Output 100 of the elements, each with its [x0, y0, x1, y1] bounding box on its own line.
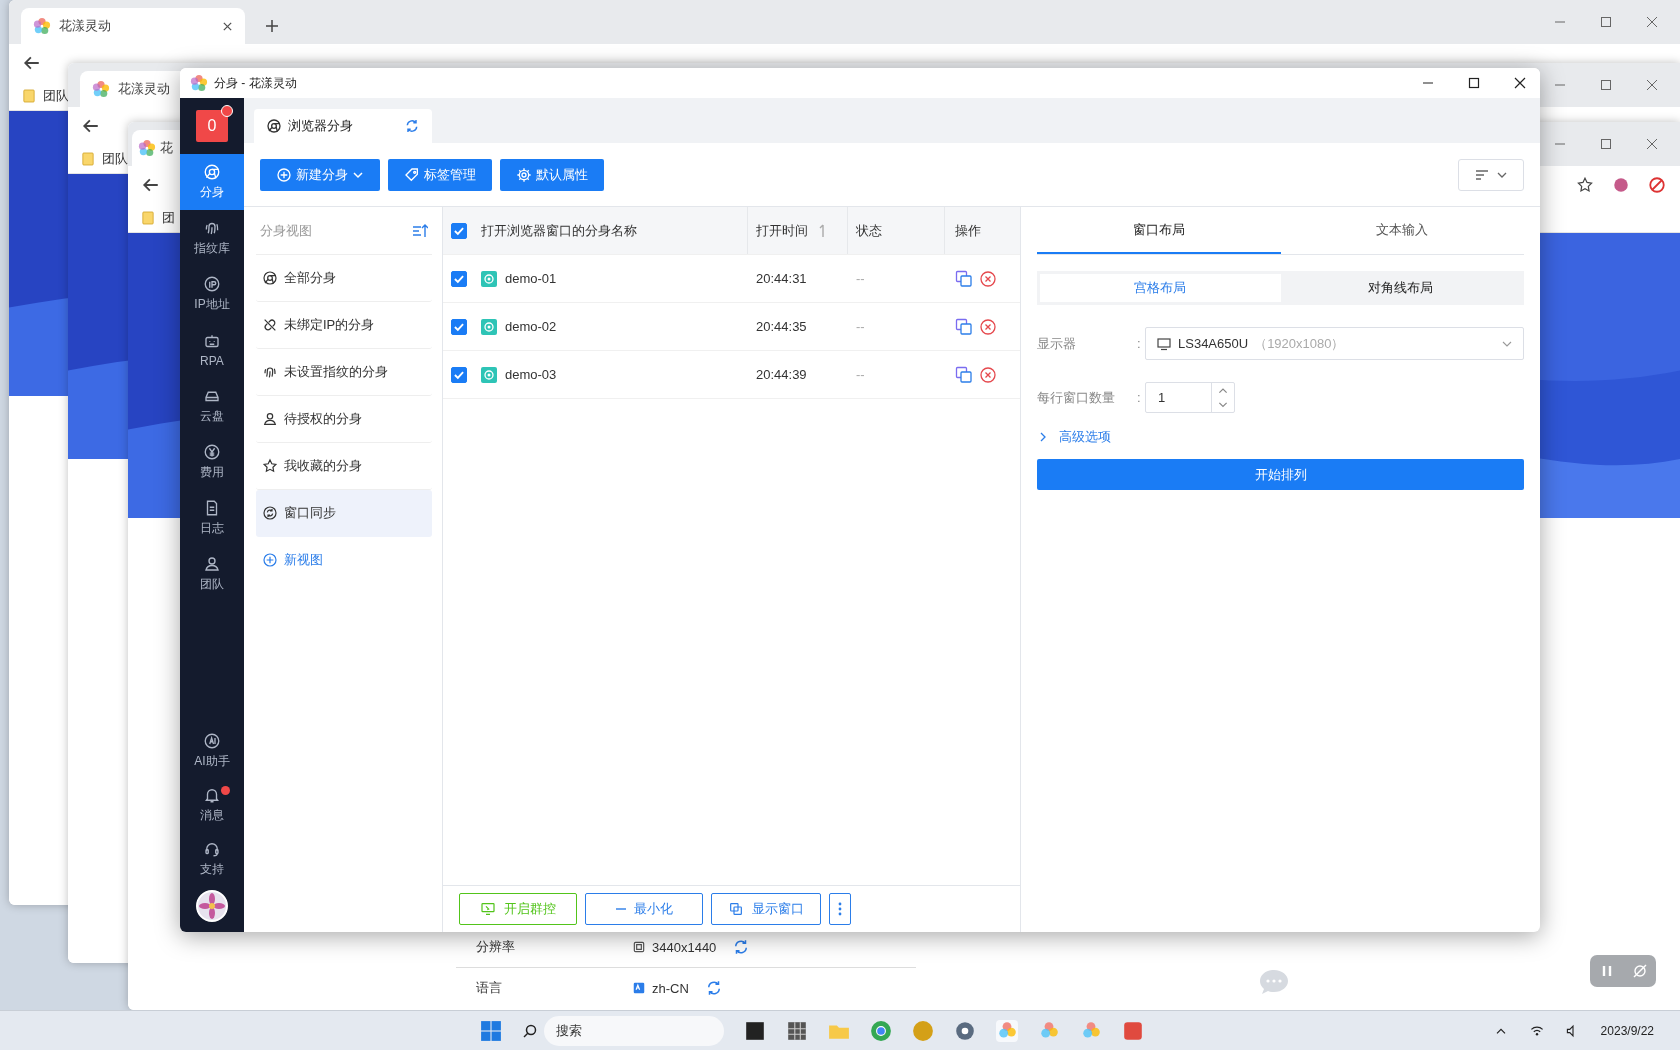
monitor-icon: [1156, 335, 1172, 352]
folder-icon: [23, 89, 35, 103]
view-item[interactable]: 全部分身: [256, 255, 432, 302]
sort-arrow-icon[interactable]: [818, 222, 826, 239]
column-header: 状态: [856, 221, 882, 240]
tab-title[interactable]: 花: [160, 139, 173, 157]
browser-icon: [203, 163, 221, 181]
colon: :: [1137, 390, 1142, 405]
translate-icon: [632, 981, 646, 995]
table-cell: --: [856, 367, 865, 382]
browser-app-icon: [481, 270, 497, 287]
browser-app-icon[interactable]: [870, 1019, 892, 1042]
new-tab-icon[interactable]: [265, 19, 279, 33]
checkbox[interactable]: [451, 318, 467, 335]
back-arrow-icon[interactable]: [142, 176, 160, 194]
number-input[interactable]: 1: [1145, 382, 1235, 413]
sidebar-item[interactable]: 消息: [180, 778, 244, 832]
sort-icon[interactable]: [412, 222, 428, 239]
layout-option[interactable]: 宫格布局: [1040, 274, 1281, 302]
close-icon[interactable]: [1514, 77, 1526, 89]
close-circle-icon[interactable]: [979, 317, 997, 336]
ai-icon: [203, 732, 221, 750]
app-icon[interactable]: [744, 1019, 766, 1042]
grid-app-icon[interactable]: [786, 1019, 808, 1042]
camera-off-icon[interactable]: [1631, 963, 1648, 979]
sidebar-item[interactable]: 团队: [180, 546, 244, 602]
view-item[interactable]: 未设置指纹的分身: [256, 349, 432, 396]
action-button[interactable]: 显示窗口: [711, 893, 821, 925]
start-button[interactable]: 开始排列: [1037, 459, 1524, 490]
panel-tab[interactable]: 文本输入: [1280, 207, 1524, 254]
maximize-icon[interactable]: [1468, 77, 1480, 89]
bookmark[interactable]: 团队: [102, 150, 128, 168]
view-item[interactable]: 窗口同步: [256, 490, 432, 537]
browser-app-icon: [481, 366, 497, 383]
count-badge[interactable]: 0: [196, 110, 228, 142]
flower-logo-icon: [138, 139, 156, 157]
sidebar-item[interactable]: RPA: [180, 322, 244, 378]
browser-icon: [262, 270, 278, 286]
close-circle-icon[interactable]: [979, 365, 997, 384]
toolbar-button[interactable]: 默认属性: [500, 158, 604, 191]
sidebar-item[interactable]: 指纹库: [180, 210, 244, 266]
action-button[interactable]: 最小化: [585, 893, 703, 925]
copy-icon[interactable]: [955, 365, 973, 384]
flower-logo-icon: [33, 17, 51, 35]
colon: :: [1137, 336, 1142, 351]
column-header[interactable]: 打开时间: [756, 221, 808, 240]
advanced-options-toggle[interactable]: 高级选项: [1037, 427, 1111, 447]
sync-icon: [262, 505, 278, 521]
close-icon[interactable]: [222, 20, 233, 32]
toolbar-button[interactable]: 新建分身: [260, 158, 380, 191]
panel-tab[interactable]: 窗口布局: [1037, 207, 1281, 254]
screen-icon: [632, 940, 646, 954]
layout-option[interactable]: 对角线布局: [1280, 274, 1521, 302]
checkbox[interactable]: [451, 222, 467, 239]
sidebar-item[interactable]: 支持: [180, 832, 244, 886]
back-arrow-icon[interactable]: [82, 117, 100, 135]
minus-icon: [615, 908, 626, 910]
checkbox[interactable]: [451, 366, 467, 383]
sidebar-item[interactable]: 分身: [180, 154, 244, 210]
refresh-icon[interactable]: [404, 118, 420, 134]
copy-icon[interactable]: [955, 317, 973, 336]
avatar[interactable]: [196, 890, 228, 922]
more-button[interactable]: [829, 893, 851, 925]
location-icon: [203, 275, 221, 293]
search-icon: [522, 1022, 538, 1039]
toolbar-button[interactable]: 标签管理: [388, 158, 492, 191]
search-field[interactable]: 搜索: [544, 1015, 724, 1046]
tab-title[interactable]: 花漾灵动: [59, 17, 111, 35]
checkbox[interactable]: [451, 270, 467, 287]
fingerprint-icon: [262, 364, 278, 380]
blocked-icon[interactable]: [1648, 176, 1666, 194]
browser-tab[interactable]: 浏览器分身: [254, 109, 432, 143]
tag-icon: [404, 166, 420, 183]
monitor-select[interactable]: LS34A650U （1920x1080）: [1145, 327, 1524, 360]
plus-circle-icon: [276, 166, 292, 183]
sidebar-item[interactable]: AI助手: [180, 724, 244, 778]
view-item[interactable]: 未绑定IP的分身: [256, 302, 432, 349]
view-item[interactable]: 待授权的分身: [256, 396, 432, 443]
close-circle-icon[interactable]: [979, 269, 997, 288]
sidebar-item[interactable]: 云盘: [180, 378, 244, 434]
extension-icon[interactable]: [1612, 176, 1630, 194]
sidebar-item[interactable]: 日志: [180, 490, 244, 546]
browser-icon: [266, 118, 282, 134]
sidebar-item[interactable]: 费用: [180, 434, 244, 490]
settings-icon[interactable]: [954, 1019, 976, 1042]
person-icon: [203, 555, 221, 573]
start-icon[interactable]: [480, 1019, 502, 1042]
plus-circle-icon: [262, 552, 278, 568]
back-arrow-icon[interactable]: [23, 54, 41, 72]
copy-icon[interactable]: [955, 269, 973, 288]
star-icon[interactable]: [1576, 176, 1594, 194]
bookmark[interactable]: 团队: [43, 87, 69, 105]
table-cell: 20:44:31: [756, 271, 807, 286]
new-view-link[interactable]: 新视图: [256, 537, 432, 583]
bookmark[interactable]: 团: [162, 209, 175, 227]
sort-dropdown[interactable]: [1458, 158, 1524, 191]
tab-title[interactable]: 花漾灵动: [118, 80, 170, 98]
flower-logo-icon[interactable]: [996, 1019, 1018, 1042]
sidebar-item[interactable]: IP地址: [180, 266, 244, 322]
folder-icon: [82, 152, 94, 166]
